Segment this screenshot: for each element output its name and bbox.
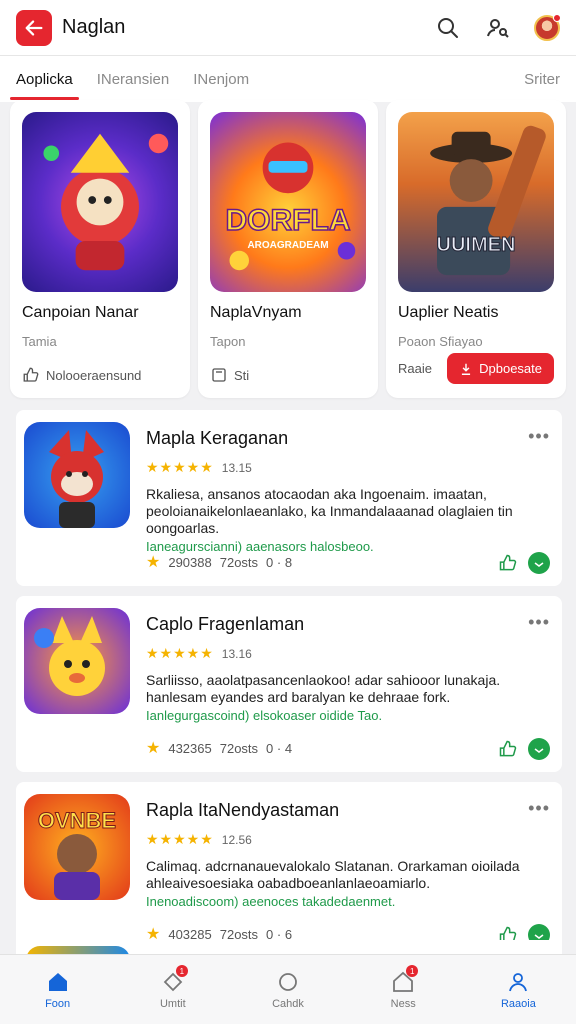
download-button-label: Dpboesate bbox=[479, 361, 542, 376]
hero-character-art bbox=[43, 133, 169, 271]
star-rating-icon: ★★★★★ bbox=[146, 645, 214, 661]
get-button[interactable] bbox=[528, 552, 550, 574]
meta-count: 432365 bbox=[168, 740, 212, 756]
list-item[interactable]: ••• Mapla Keraganan ★★★★★ 13.15 Rkaliesa,… bbox=[16, 410, 562, 586]
meta-count: 290388 bbox=[168, 554, 212, 570]
back-arrow-icon bbox=[25, 19, 43, 36]
meta-time: 72osts bbox=[219, 554, 259, 570]
featured-subtitle: Tamia bbox=[22, 334, 57, 349]
featured-carousel: Canpoian Nanar Tamia Nolooeraensund DORF… bbox=[10, 100, 566, 398]
featured-subtitle: Tapon bbox=[210, 334, 246, 349]
app-icon: OVNBE bbox=[24, 794, 130, 900]
star-icon: ★ bbox=[146, 740, 161, 757]
meta-extra: 0 · 8 bbox=[266, 554, 293, 570]
notification-dot bbox=[553, 13, 561, 22]
star-rating-icon: ★★★★★ bbox=[146, 459, 214, 475]
user-search-icon bbox=[487, 18, 509, 38]
featured-title: NaplaVnyam bbox=[210, 304, 302, 321]
tab-ineransien[interactable]: INeransien bbox=[97, 56, 170, 102]
nav-label: Raaoia bbox=[500, 997, 536, 1010]
fox-character-art bbox=[49, 430, 104, 528]
app-icon bbox=[24, 608, 130, 714]
game-thumbnail bbox=[22, 112, 178, 292]
app-name: Caplo Fragenlaman bbox=[146, 614, 305, 634]
app-description: Rkaliesa, ansanos atocaodan aka Ingoenai… bbox=[146, 486, 513, 536]
download-button[interactable]: Dpboesate bbox=[447, 353, 554, 384]
app-name: Rapla ItaNendyastaman bbox=[146, 800, 340, 820]
hero-character-art bbox=[229, 142, 356, 271]
search-icon bbox=[438, 17, 458, 38]
rating-value: 13.16 bbox=[221, 646, 252, 661]
nav-cahdk[interactable]: Cahdk bbox=[230, 955, 345, 1024]
game-logo-text: UUIMEN bbox=[436, 234, 516, 257]
bottom-navigation: Foon 1 Umtit Cahdk 1 Ness Raaoia bbox=[0, 954, 576, 1024]
search-button[interactable] bbox=[434, 14, 462, 42]
tab-bar: Aoplicka INeransien INenjom Sriter bbox=[0, 56, 576, 102]
star-rating-icon: ★★★★★ bbox=[146, 831, 214, 847]
download-icon bbox=[462, 363, 471, 375]
app-highlight: Ianlegurgascoind) elsokoaser oidide Tao. bbox=[146, 708, 383, 723]
notification-badge: 1 bbox=[406, 965, 419, 977]
thumbs-up-icon[interactable] bbox=[498, 739, 518, 759]
nav-label: Foon bbox=[45, 997, 71, 1010]
meta-extra: 0 · 4 bbox=[266, 740, 293, 756]
thumbs-up-icon[interactable] bbox=[22, 366, 40, 384]
box-icon[interactable] bbox=[210, 366, 228, 384]
meta-time: 72osts bbox=[219, 740, 259, 756]
game-logo-text: OVNBE bbox=[37, 808, 117, 834]
nav-ness[interactable]: 1 Ness bbox=[346, 955, 461, 1024]
top-app-bar: Naglan bbox=[0, 0, 576, 56]
user-search-button[interactable] bbox=[484, 14, 512, 42]
app-list: ••• Mapla Keraganan ★★★★★ 13.15 Rkaliesa,… bbox=[16, 410, 562, 968]
rating-value: 12.56 bbox=[221, 832, 252, 847]
featured-title: Canpoian Nanar bbox=[22, 304, 139, 321]
nav-umtit[interactable]: 1 Umtit bbox=[115, 955, 230, 1024]
app-name: Mapla Keraganan bbox=[146, 428, 289, 448]
app-description: Sarliisso, aaolatpasancenlaokoo! adar sa… bbox=[146, 672, 501, 705]
featured-card[interactable]: Canpoian Nanar Tamia Nolooeraensund bbox=[10, 100, 190, 398]
featured-card[interactable]: UUIMEN Uaplier Neatis Poaon Sfiayao Raai… bbox=[386, 100, 566, 398]
tab-inenjom[interactable]: INenjom bbox=[193, 56, 249, 102]
cowboy-character-art bbox=[430, 125, 546, 276]
featured-action-label: Raaie bbox=[398, 361, 432, 376]
tab-aoplicka[interactable]: Aoplicka bbox=[10, 56, 79, 102]
get-button[interactable] bbox=[528, 738, 550, 760]
nav-foon[interactable]: Foon bbox=[0, 955, 115, 1024]
person-icon bbox=[509, 972, 528, 991]
circle-icon bbox=[279, 972, 297, 991]
game-thumbnail: UUIMEN bbox=[398, 112, 554, 292]
featured-action-label: Sti bbox=[234, 367, 250, 383]
list-item[interactable]: ••• Caplo Fragenlaman ★★★★★ 13.16 Sarliis… bbox=[16, 596, 562, 772]
back-button[interactable] bbox=[16, 9, 52, 46]
featured-action-label: Nolooeraensund bbox=[46, 367, 142, 383]
avatar[interactable] bbox=[534, 13, 561, 41]
nav-label: Ness bbox=[390, 997, 416, 1010]
cat-character-art bbox=[34, 616, 105, 696]
tab-sriter[interactable]: Sriter bbox=[524, 56, 560, 102]
nav-raaoia[interactable]: Raaoia bbox=[461, 955, 576, 1024]
app-description: Calimaq. adcrnanauevalokalo Slatanan. Or… bbox=[146, 858, 520, 891]
app-title: Naglan bbox=[62, 16, 126, 38]
featured-subtitle: Poaon Sfiayao bbox=[398, 334, 483, 349]
list-item[interactable]: OVNBE ••• Rapla ItaNendyastaman ★★★★★ 12.… bbox=[16, 782, 562, 958]
featured-title: Uaplier Neatis bbox=[398, 304, 499, 321]
star-icon: ★ bbox=[146, 554, 161, 571]
rating-value: 13.15 bbox=[221, 460, 252, 475]
featured-card[interactable]: DORFLA AROAGRADEAM NaplaVnyam Tapon Sti bbox=[198, 100, 378, 398]
nav-label: Cahdk bbox=[272, 997, 304, 1010]
thumbs-up-icon[interactable] bbox=[498, 553, 518, 573]
nav-label: Umtit bbox=[159, 997, 186, 1010]
game-logo-subtext: AROAGRADEAM bbox=[247, 240, 329, 251]
app-icon bbox=[24, 422, 130, 528]
download-icon bbox=[534, 562, 544, 567]
game-logo-text: DORFLA bbox=[225, 203, 351, 238]
app-highlight: Inenoadiscoom) aeenoces takadedaenmet. bbox=[146, 894, 396, 909]
download-icon bbox=[534, 748, 544, 753]
notification-badge: 1 bbox=[175, 965, 188, 977]
game-thumbnail: DORFLA AROAGRADEAM bbox=[210, 112, 366, 292]
home-icon bbox=[48, 972, 67, 991]
